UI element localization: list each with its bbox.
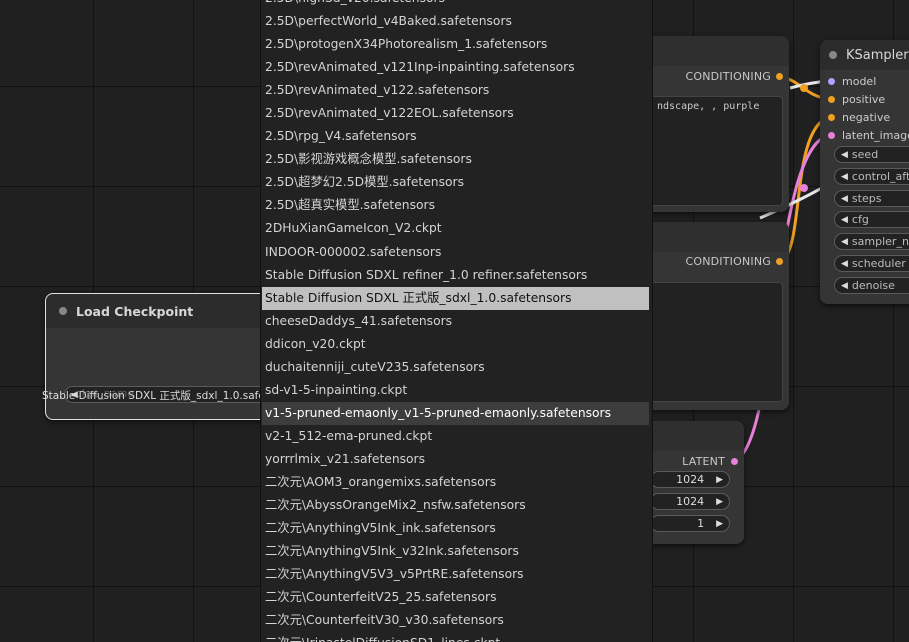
input-negative-label: negative — [842, 111, 891, 124]
checkpoint-menu-list[interactable]: 2.5D\nighSd_v20.safetensors2.5D\perfectW… — [261, 0, 652, 642]
control-after-label: control_afte — [851, 170, 909, 183]
cfg-widget[interactable]: ◀ cfg — [834, 211, 909, 228]
menu-item[interactable]: 二次元\IrinastelDiffusionSD1_lines.ckpt — [261, 632, 652, 642]
menu-item[interactable]: Stable Diffusion SDXL refiner_1.0 refine… — [261, 264, 652, 287]
decrement-arrow-icon[interactable]: ◀ — [841, 215, 848, 225]
menu-item[interactable]: v1-5-pruned-emaonly_v1-5-pruned-emaonly.… — [262, 401, 649, 425]
model-input-slot[interactable] — [828, 78, 835, 85]
conditioning-output-label: CONDITIONING — [685, 70, 771, 83]
ksampler-node[interactable]: KSampler model positive negative latent_… — [820, 40, 909, 304]
negative-input-slot[interactable] — [828, 114, 835, 121]
increment-arrow-icon[interactable]: ▶ — [716, 497, 723, 507]
load-checkpoint-title-bar[interactable]: Load Checkpoint — [46, 294, 286, 328]
decrement-arrow-icon[interactable]: ◀ — [841, 259, 848, 269]
menu-item[interactable]: 二次元\CounterfeitV25_25.safetensors — [261, 586, 652, 609]
menu-item[interactable]: 二次元\CounterfeitV30_v30.safetensors — [261, 609, 652, 632]
collapse-dot-icon[interactable] — [59, 307, 67, 315]
input-negative[interactable]: negative — [828, 111, 890, 124]
menu-item[interactable]: 二次元\AnythingV5V3_v5PrtRE.safetensors — [261, 563, 652, 586]
menu-item[interactable]: 2.5D\超梦幻2.5D模型.safetensors — [261, 171, 652, 194]
batch-size-value: 1 — [697, 517, 705, 530]
ckpt-name-label: ckpt_name — [76, 388, 134, 400]
increment-arrow-icon[interactable]: ▶ — [716, 519, 723, 529]
conditioning-output-slot[interactable] — [776, 73, 783, 80]
menu-item[interactable]: 2.5D\影视游戏概念模型.safetensors — [261, 148, 652, 171]
cfg-label: cfg — [851, 213, 869, 226]
height-value: 1024 — [676, 495, 705, 508]
menu-item[interactable]: 二次元\AbyssOrangeMix2_nsfw.safetensors — [261, 494, 652, 517]
latent-image-input-slot[interactable] — [828, 132, 835, 139]
menu-item[interactable]: Stable Diffusion SDXL 正式版_sdxl_1.0.safet… — [262, 286, 649, 310]
scheduler-label: scheduler — [851, 257, 906, 270]
menu-item[interactable]: INDOOR-000002.safetensors — [261, 241, 652, 264]
decrement-arrow-icon[interactable]: ◀ — [841, 150, 848, 160]
load-checkpoint-node[interactable]: Load Checkpoint ◀ Stable Diffusion SDXL … — [42, 293, 304, 420]
denoise-label: denoise — [851, 279, 895, 292]
conditioning-output-slot[interactable] — [776, 258, 783, 265]
batch-size-widget[interactable]: 1 ▶ — [650, 515, 730, 532]
menu-item[interactable]: 2.5D\revAnimated_v122EOL.safetensors — [261, 102, 652, 125]
denoise-widget[interactable]: ◀ denoise — [834, 277, 909, 294]
steps-label: steps — [851, 192, 882, 205]
menu-item[interactable]: 二次元\AnythingV5Ink_ink.safetensors — [261, 517, 652, 540]
menu-item[interactable]: 二次元\AOM3_orangemixs.safetensors — [261, 471, 652, 494]
decrement-arrow-icon[interactable]: ◀ — [841, 194, 848, 204]
input-model[interactable]: model — [828, 75, 876, 88]
width-widget[interactable]: 1024 ▶ — [650, 471, 730, 488]
checkpoint-dropdown-menu[interactable]: 2.5D\nighSd_v20.safetensors2.5D\perfectW… — [260, 0, 653, 642]
control-after-generate-widget[interactable]: ◀control_afte — [834, 168, 909, 185]
menu-item[interactable]: 2.5D\revAnimated_v121Inp-inpainting.safe… — [261, 56, 652, 79]
input-latent-image-label: latent_image — [842, 129, 909, 142]
menu-item[interactable]: 2.5D\protogenX34Photorealism_1.safetenso… — [261, 33, 652, 56]
width-value: 1024 — [676, 473, 705, 486]
latent-output-label: LATENT — [682, 455, 725, 468]
menu-item[interactable]: sd-v1-5-inpainting.ckpt — [261, 379, 652, 402]
menu-item[interactable]: yorrrlmix_v21.safetensors — [261, 448, 652, 471]
menu-item[interactable]: ddicon_v20.ckpt — [261, 333, 652, 356]
menu-item[interactable]: 2.5D\revAnimated_v122.safetensors — [261, 79, 652, 102]
conditioning-output-label: CONDITIONING — [685, 255, 771, 268]
latent-output-slot[interactable] — [731, 458, 738, 465]
menu-item[interactable]: 2.5D\rpg_V4.safetensors — [261, 125, 652, 148]
ksampler-title: KSampler — [846, 47, 909, 63]
ckpt-name-label-text: ckpt_name — [76, 388, 134, 400]
increment-arrow-icon[interactable]: ▶ — [716, 475, 723, 485]
menu-item[interactable]: duchaitenniji_cuteV235.safetensors — [261, 356, 652, 379]
seed-widget[interactable]: ◀ seed — [834, 146, 909, 163]
wire-reroute-dot — [800, 84, 808, 92]
menu-item[interactable]: v2-1_512-ema-pruned.ckpt — [261, 425, 652, 448]
steps-widget[interactable]: ◀ steps — [834, 190, 909, 207]
sampler-name-label: sampler_na — [851, 235, 909, 248]
input-positive[interactable]: positive — [828, 93, 885, 106]
menu-item[interactable]: 2.5D\超真实模型.safetensors — [261, 194, 652, 217]
wire-reroute-dot — [800, 184, 808, 192]
menu-item[interactable]: cheeseDaddys_41.safetensors — [261, 310, 652, 333]
input-positive-label: positive — [842, 93, 886, 106]
collapse-dot-icon[interactable] — [829, 51, 837, 59]
prompt-textarea[interactable] — [650, 282, 783, 402]
prompt-textarea[interactable]: ndscape, , purple — [650, 96, 783, 206]
load-checkpoint-title: Load Checkpoint — [76, 303, 194, 319]
menu-item[interactable]: 2.5D\perfectWorld_v4Baked.safetensors — [261, 10, 652, 33]
sampler-name-widget[interactable]: ◀sampler_na — [834, 233, 909, 250]
prompt-text: ndscape, , purple — [657, 101, 760, 112]
input-model-label: model — [842, 75, 877, 88]
positive-input-slot[interactable] — [828, 96, 835, 103]
decrement-arrow-icon[interactable]: ◀ — [841, 281, 848, 291]
ksampler-title-bar[interactable]: KSampler — [820, 40, 909, 70]
menu-item[interactable]: 2.5D\nighSd_v20.safetensors — [261, 0, 652, 10]
input-latent-image[interactable]: latent_image — [828, 129, 909, 142]
menu-item[interactable]: 二次元\AnythingV5Ink_v32Ink.safetensors — [261, 540, 652, 563]
decrement-arrow-icon[interactable]: ◀ — [841, 237, 848, 247]
menu-item[interactable]: 2DHuXianGameIcon_V2.ckpt — [261, 217, 652, 240]
seed-label: seed — [851, 148, 879, 161]
height-widget[interactable]: 1024 ▶ — [650, 493, 730, 510]
decrement-arrow-icon[interactable]: ◀ — [841, 172, 848, 182]
scheduler-widget[interactable]: ◀ scheduler — [834, 255, 909, 272]
